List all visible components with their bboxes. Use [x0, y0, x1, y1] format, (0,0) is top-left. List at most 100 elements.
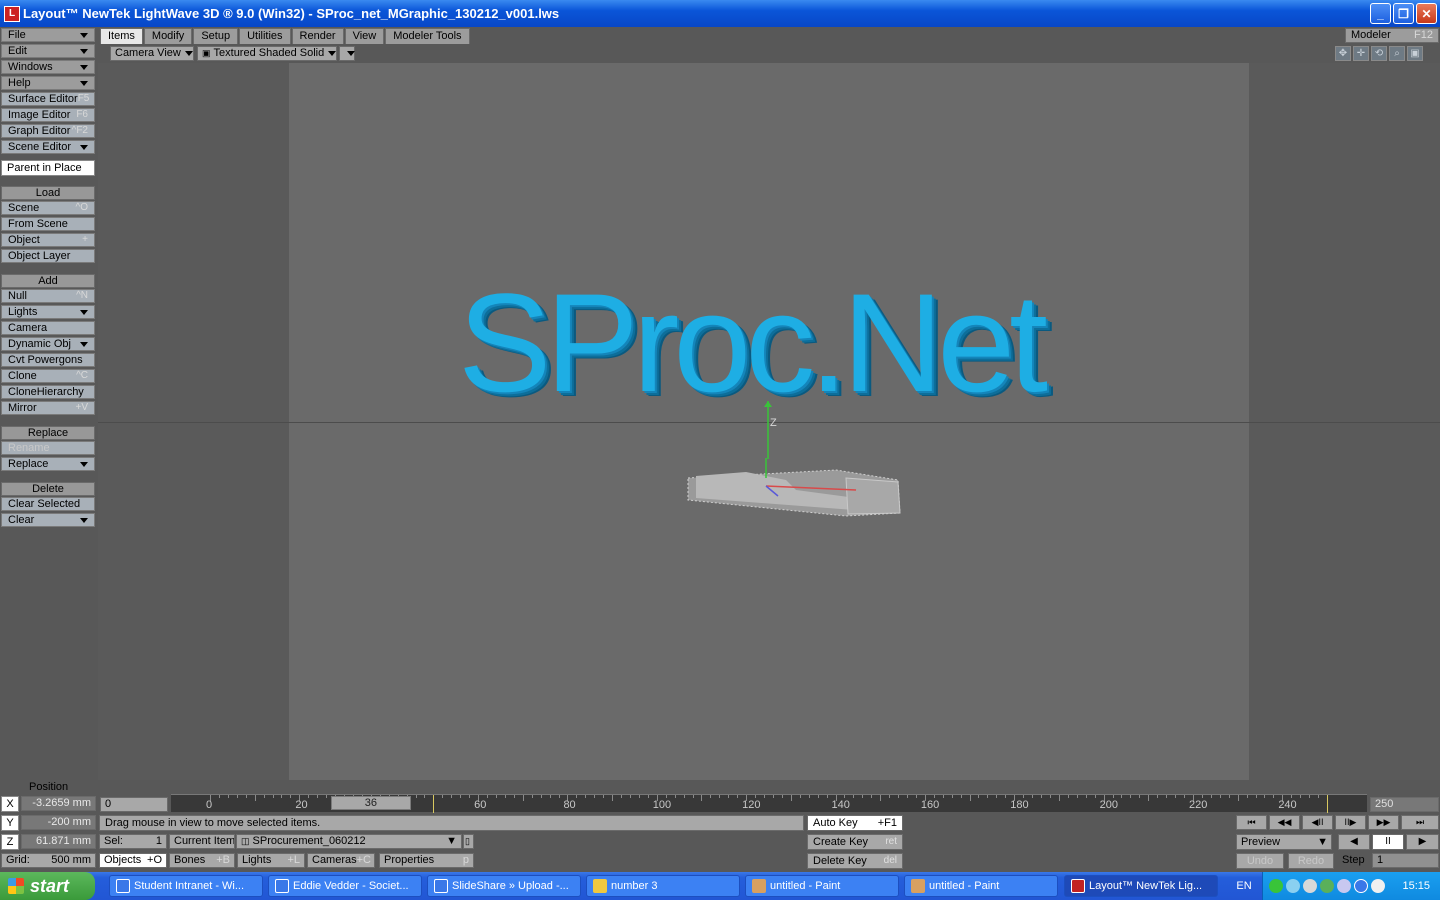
properties-button[interactable]: Properties p — [379, 853, 474, 868]
volume-icon[interactable] — [1303, 879, 1317, 893]
end-frame-field[interactable]: 250 — [1370, 797, 1439, 812]
view-mode-dropdown[interactable]: Camera View — [110, 46, 194, 61]
move-view-icon[interactable]: ✥ — [1335, 46, 1351, 61]
timeline-tick — [629, 795, 631, 798]
language-indicator[interactable]: EN — [1226, 872, 1262, 900]
render-mode-dropdown[interactable]: ▣ Textured Shaded Solid — [197, 46, 337, 61]
replace-button[interactable]: Replace — [1, 457, 95, 471]
objects-filter-button[interactable]: Objects +O — [99, 853, 167, 868]
tab-utilities[interactable]: Utilities — [239, 28, 291, 44]
current-item-dropdown[interactable]: ◫ SProcurement_060212 ▼ — [236, 834, 462, 849]
add-null-button[interactable]: Null ^N — [1, 289, 95, 303]
minimize-button[interactable]: _ — [1370, 3, 1391, 24]
messenger-icon[interactable] — [1337, 879, 1351, 893]
antivirus-icon[interactable] — [1286, 879, 1300, 893]
frame-slider[interactable]: 36 — [330, 796, 411, 810]
rename-button[interactable]: Rename — [1, 441, 95, 455]
lightwave-app-icon[interactable]: L — [4, 5, 20, 22]
cvt-powergons-button[interactable]: Cvt Powergons — [1, 353, 95, 367]
preview-dropdown[interactable]: Preview ▼ — [1236, 834, 1332, 850]
add-lights-button[interactable]: Lights — [1, 305, 95, 319]
edit-menu[interactable]: Edit — [1, 44, 95, 58]
scene-editor-button[interactable]: Scene Editor — [1, 140, 95, 154]
tab-render[interactable]: Render — [291, 28, 344, 44]
cameras-filter-button[interactable]: Cameras +C — [307, 853, 375, 868]
network-icon[interactable] — [1269, 879, 1283, 893]
file-menu[interactable]: File — [1, 28, 95, 42]
previous-key-button[interactable]: ◀◀ — [1269, 815, 1300, 830]
x-position-field[interactable]: -3.2659 mm — [21, 796, 96, 811]
load-object-button[interactable]: Object + — [1, 233, 95, 247]
tab-setup[interactable]: Setup — [193, 28, 239, 44]
redo-button[interactable]: Redo — [1288, 853, 1334, 869]
last-frame-button[interactable]: ⏭ — [1401, 815, 1439, 830]
bluetooth-icon[interactable] — [1354, 879, 1368, 893]
play-backward-button[interactable]: ◀ — [1338, 834, 1370, 850]
x-axis-toggle[interactable]: X — [1, 796, 19, 812]
maximize-button[interactable]: ❐ — [1393, 3, 1414, 24]
close-button[interactable]: ✕ — [1416, 3, 1437, 24]
taskbar-item[interactable]: Student Intranet - Wi... — [109, 875, 263, 897]
y-axis-toggle[interactable]: Y — [1, 815, 19, 831]
clone-button[interactable]: Clone ^C — [1, 369, 95, 383]
maximize-viewport-icon[interactable]: ▣ — [1407, 46, 1423, 61]
clear-selected-button[interactable]: Clear Selected — [1, 497, 95, 511]
taskbar-item[interactable]: SlideShare » Upload -... — [427, 875, 581, 897]
tab-modify[interactable]: Modify — [143, 28, 193, 44]
help-menu[interactable]: Help — [1, 76, 95, 90]
taskbar-item[interactable]: Eddie Vedder - Societ... — [268, 875, 422, 897]
load-scene-button[interactable]: Scene ^O — [1, 201, 95, 215]
item-properties-icon[interactable]: ▯ — [463, 834, 474, 849]
load-object-layer-button[interactable]: Object Layer — [1, 249, 95, 263]
next-frame-button[interactable]: II▶ — [1335, 815, 1366, 830]
mirror-button[interactable]: Mirror +V — [1, 401, 95, 415]
delete-key-button[interactable]: Delete Key del — [807, 853, 903, 869]
create-key-button[interactable]: Create Key ret — [807, 834, 903, 850]
add-camera-button[interactable]: Camera — [1, 321, 95, 335]
z-axis-toggle[interactable]: Z — [1, 834, 19, 850]
next-key-button[interactable]: ▶▶ — [1368, 815, 1399, 830]
taskbar-item[interactable]: untitled - Paint — [745, 875, 899, 897]
rotate-view-icon[interactable]: ✛ — [1353, 46, 1369, 61]
surface-editor-button[interactable]: Surface Editor F5 — [1, 92, 95, 106]
tab-modeler-tools[interactable]: Modeler Tools — [385, 28, 470, 44]
grid-size-field[interactable]: Grid: 500 mm — [1, 853, 96, 868]
first-frame-button[interactable]: ⏮ — [1236, 815, 1267, 830]
orbit-view-icon[interactable]: ⟲ — [1371, 46, 1387, 61]
tab-view[interactable]: View — [344, 28, 385, 44]
start-frame-field[interactable]: 0 — [100, 797, 168, 812]
graph-editor-button[interactable]: Graph Editor ^F2 — [1, 124, 95, 138]
clear-button[interactable]: Clear — [1, 513, 95, 527]
parent-in-place-toggle[interactable]: Parent in Place — [1, 160, 95, 176]
z-position-field[interactable]: 61.871 mm — [21, 834, 96, 849]
zoom-view-icon[interactable]: ⌕ — [1389, 46, 1405, 61]
sproc-net-3d-text[interactable]: SProc.Net — [458, 273, 1048, 413]
taskbar-item[interactable]: untitled - Paint — [904, 875, 1058, 897]
y-position-field[interactable]: -200 mm — [21, 815, 96, 830]
previous-frame-button[interactable]: ◀II — [1302, 815, 1333, 830]
modeler-button[interactable]: Modeler F12 — [1345, 28, 1439, 43]
selected-object[interactable] — [686, 458, 901, 518]
y-axis-gizmo[interactable] — [763, 401, 773, 461]
bones-filter-button[interactable]: Bones +B — [169, 853, 235, 868]
auto-key-button[interactable]: Auto Key +F1 — [807, 815, 903, 831]
step-field[interactable]: 1 — [1372, 853, 1439, 868]
clone-hierarchy-button[interactable]: CloneHierarchy — [1, 385, 95, 399]
start-button[interactable]: start — [0, 872, 95, 900]
lights-filter-button[interactable]: Lights +L — [237, 853, 305, 868]
viewport[interactable]: SProc.Net Z — [98, 63, 1440, 783]
safely-remove-icon[interactable] — [1371, 879, 1385, 893]
add-dynamic-obj-button[interactable]: Dynamic Obj — [1, 337, 95, 351]
timeline-tick — [960, 795, 962, 798]
taskbar-item[interactable]: number 3 — [586, 875, 740, 897]
tab-items[interactable]: Items — [100, 28, 143, 44]
image-editor-button[interactable]: Image Editor F6 — [1, 108, 95, 122]
pause-button[interactable]: II — [1372, 834, 1404, 850]
windows-menu[interactable]: Windows — [1, 60, 95, 74]
viewport-options-dropdown[interactable] — [339, 46, 355, 61]
undo-button[interactable]: Undo — [1236, 853, 1284, 869]
taskbar-item[interactable]: Layout™ NewTek Lig... — [1064, 875, 1218, 897]
play-forward-button[interactable]: ▶ — [1406, 834, 1439, 850]
load-from-scene-button[interactable]: From Scene — [1, 217, 95, 231]
update-icon[interactable] — [1320, 879, 1334, 893]
